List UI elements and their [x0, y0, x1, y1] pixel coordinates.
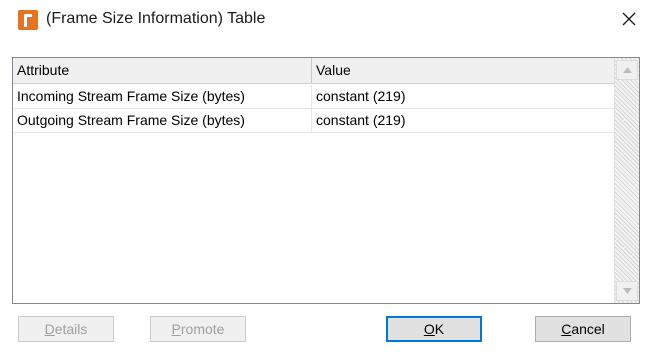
details-mnemonic: D [44, 321, 55, 337]
value-cell[interactable]: constant (219) [312, 85, 614, 108]
column-header-value[interactable]: Value [312, 58, 614, 83]
cancel-mnemonic: C [561, 321, 572, 337]
chevron-down-icon [623, 288, 632, 294]
attribute-table[interactable]: Attribute Value Incoming Stream Frame Si… [12, 57, 640, 304]
column-header-attribute[interactable]: Attribute [13, 58, 312, 83]
app-icon [18, 10, 38, 30]
attribute-cell[interactable]: Incoming Stream Frame Size (bytes) [13, 85, 312, 108]
close-icon [622, 12, 636, 26]
value-cell[interactable]: constant (219) [312, 109, 614, 132]
promote-mnemonic: P [171, 321, 181, 337]
ok-mnemonic: O [423, 321, 435, 337]
vertical-scrollbar[interactable] [614, 58, 639, 303]
scroll-down-button[interactable] [616, 281, 638, 301]
cancel-label: ancel [571, 321, 605, 337]
ok-label: K [434, 321, 445, 337]
details-label: etails [54, 321, 88, 337]
attribute-cell[interactable]: Outgoing Stream Frame Size (bytes) [13, 109, 312, 132]
chevron-up-icon [623, 67, 632, 73]
table-header: Attribute Value [13, 58, 614, 84]
title-bar: (Frame Size Information) Table [0, 0, 652, 44]
promote-label: romote [180, 321, 225, 337]
scroll-up-button[interactable] [616, 60, 638, 80]
close-button[interactable] [606, 0, 652, 40]
promote-button[interactable]: Promote [150, 316, 246, 342]
cancel-button[interactable]: Cancel [535, 316, 631, 342]
details-button[interactable]: Details [18, 316, 114, 342]
table-row[interactable]: Incoming Stream Frame Size (bytes) const… [13, 85, 614, 109]
window-title: (Frame Size Information) Table [46, 10, 266, 27]
ok-button[interactable]: OK [386, 316, 482, 342]
table-row[interactable]: Outgoing Stream Frame Size (bytes) const… [13, 109, 614, 133]
